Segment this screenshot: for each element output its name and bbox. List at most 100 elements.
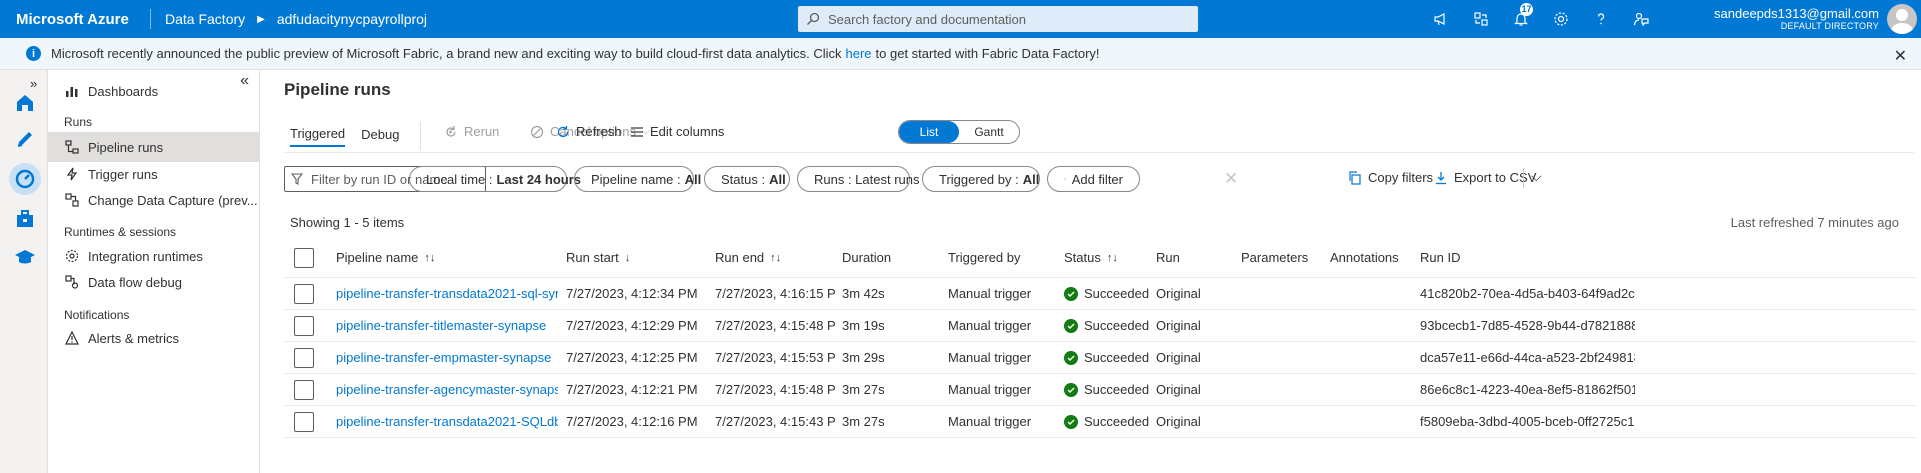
triggered-by: Manual trigger bbox=[948, 350, 1032, 365]
status-cell: Succeeded bbox=[1064, 382, 1154, 397]
notification-badge: 17 bbox=[1520, 3, 1533, 16]
table-row[interactable]: pipeline-transfer-transdata2021-SQLdb 7/… bbox=[284, 406, 1916, 438]
clear-filters-icon[interactable]: ✕ bbox=[1224, 169, 1238, 189]
run-end: 7/27/2023, 4:15:48 PM bbox=[715, 318, 835, 333]
export-chevron-down-icon[interactable]: ⌵ bbox=[1531, 168, 1542, 185]
export-csv-label: Export to CSV bbox=[1454, 170, 1537, 185]
filter-status[interactable]: Status : All bbox=[704, 166, 790, 192]
pipeline-runs-icon bbox=[64, 139, 80, 155]
edit-columns-icon bbox=[631, 126, 643, 137]
row-checkbox[interactable] bbox=[294, 347, 314, 368]
learning-center-icon[interactable] bbox=[12, 244, 38, 270]
status-text: Succeeded bbox=[1084, 414, 1150, 429]
row-checkbox[interactable] bbox=[294, 379, 314, 400]
pipeline-name-link[interactable]: pipeline-transfer-titlemaster-synapse bbox=[336, 318, 558, 333]
select-all-checkbox[interactable] bbox=[294, 247, 314, 268]
status-text: Succeeded bbox=[1084, 350, 1150, 365]
filter-runs[interactable]: Runs : Latest runs bbox=[797, 166, 920, 192]
add-filter-button[interactable]: Add filter bbox=[1047, 166, 1140, 192]
export-csv-button[interactable]: Export to CSV bbox=[1434, 170, 1536, 185]
edit-columns-button[interactable]: Edit columns bbox=[630, 124, 724, 139]
rerun-button[interactable]: Rerun bbox=[444, 124, 499, 139]
view-list-option[interactable]: List bbox=[899, 121, 959, 143]
triggered-by: Manual trigger bbox=[948, 414, 1032, 429]
account-info[interactable]: sandeepds1313@gmail.com DEFAULT DIRECTOR… bbox=[1714, 6, 1879, 31]
column-header-duration: Duration bbox=[842, 250, 892, 265]
notifications-icon[interactable]: 17 bbox=[1501, 0, 1541, 38]
column-header-status[interactable]: Status ↑↓ bbox=[1064, 250, 1154, 265]
pipeline-name-link[interactable]: pipeline-transfer-transdata2021-sql-syna… bbox=[336, 286, 558, 301]
view-gantt-option[interactable]: Gantt bbox=[959, 121, 1019, 143]
filter-local-time[interactable]: Local time : Last 24 hours bbox=[409, 166, 581, 192]
help-icon[interactable] bbox=[1581, 0, 1621, 38]
avatar[interactable] bbox=[1887, 4, 1917, 34]
row-checkbox[interactable] bbox=[294, 315, 314, 336]
table-row[interactable]: pipeline-transfer-agencymaster-synapse 7… bbox=[284, 374, 1916, 406]
status-cell: Succeeded bbox=[1064, 350, 1154, 365]
manage-toolbox-icon[interactable] bbox=[12, 206, 38, 232]
expand-chevron-icon[interactable]: » bbox=[30, 76, 37, 91]
success-check-icon bbox=[1064, 414, 1078, 429]
copy-filters-button[interactable]: Copy filters bbox=[1348, 170, 1433, 185]
breadcrumb-service[interactable]: Data Factory bbox=[165, 11, 245, 27]
settings-gear-icon[interactable] bbox=[1541, 0, 1581, 38]
pipeline-name-link[interactable]: pipeline-transfer-agencymaster-synapse bbox=[336, 382, 558, 397]
column-end-label: Run end bbox=[715, 250, 765, 265]
table-row[interactable]: pipeline-transfer-empmaster-synapse 7/27… bbox=[284, 342, 1916, 374]
triggered-by: Manual trigger bbox=[948, 382, 1032, 397]
pipeline-name-link[interactable]: pipeline-transfer-empmaster-synapse bbox=[336, 350, 558, 365]
triggered-by: Manual trigger bbox=[948, 286, 1032, 301]
nav-item-change-data-capture[interactable]: Change Data Capture (prev... bbox=[64, 185, 259, 215]
author-pencil-icon[interactable] bbox=[12, 126, 38, 152]
pipeline-name-link[interactable]: pipeline-transfer-transdata2021-SQLdb bbox=[336, 414, 558, 429]
refresh-button[interactable]: Refresh bbox=[556, 124, 622, 139]
filter-local-time-value: Last 24 hours bbox=[496, 171, 582, 187]
run-type: Original bbox=[1156, 286, 1201, 301]
filter-status-value: All bbox=[769, 171, 786, 187]
home-icon[interactable] bbox=[12, 90, 38, 116]
breadcrumb-factory[interactable]: adfudacitynycpayrollproj bbox=[277, 11, 427, 27]
change-data-capture-icon bbox=[64, 192, 80, 208]
status-text: Succeeded bbox=[1084, 286, 1150, 301]
tab-debug[interactable]: Debug bbox=[361, 127, 399, 146]
filter-status-label: Status : bbox=[721, 171, 766, 187]
status-cell: Succeeded bbox=[1064, 318, 1154, 333]
filter-triggered-by[interactable]: Triggered by : All bbox=[922, 166, 1040, 192]
column-header-start[interactable]: Run start ↓ bbox=[566, 250, 706, 265]
top-divider bbox=[150, 9, 151, 29]
nav-item-alerts-metrics[interactable]: Alerts & metrics bbox=[64, 323, 259, 353]
row-checkbox[interactable] bbox=[294, 283, 314, 304]
announcement-icon[interactable] bbox=[1421, 0, 1461, 38]
run-start: 7/27/2023, 4:12:21 PM bbox=[566, 382, 698, 397]
run-id: dca57e11-e66d-44ca-a523-2bf249818211 bbox=[1420, 350, 1635, 365]
copy-icon bbox=[1349, 170, 1361, 185]
tab-triggered[interactable]: Triggered bbox=[290, 126, 346, 147]
table-header: Pipeline name ↑↓ Run start ↓ Run end ↑↓ Dur… bbox=[284, 238, 1916, 278]
success-check-icon bbox=[1064, 318, 1078, 333]
nav-item-data-flow-debug[interactable]: Data flow debug bbox=[64, 267, 259, 297]
data-flow-debug-icon bbox=[64, 274, 80, 290]
refresh-icon bbox=[557, 125, 569, 137]
row-checkbox[interactable] bbox=[294, 411, 314, 432]
monitor-gauge-icon[interactable] bbox=[9, 163, 41, 195]
nav-item-pipeline-runs[interactable]: Pipeline runs bbox=[48, 132, 260, 162]
close-icon[interactable]: ✕ bbox=[1894, 46, 1907, 66]
table-row[interactable]: pipeline-transfer-titlemaster-synapse 7/… bbox=[284, 310, 1916, 342]
switch-directory-icon[interactable] bbox=[1461, 0, 1501, 38]
filter-triggered-by-label: Triggered by : bbox=[939, 171, 1019, 187]
trigger-lightning-icon bbox=[64, 166, 80, 182]
feedback-icon[interactable] bbox=[1621, 0, 1661, 38]
edit-columns-label: Edit columns bbox=[650, 124, 725, 139]
status-cell: Succeeded bbox=[1064, 414, 1154, 429]
column-header-end[interactable]: Run end ↑↓ bbox=[715, 250, 835, 265]
search-input[interactable]: Search factory and documentation bbox=[798, 6, 1198, 32]
table-row[interactable]: pipeline-transfer-transdata2021-sql-syna… bbox=[284, 278, 1916, 310]
column-header-name[interactable]: Pipeline name ↑↓ bbox=[336, 250, 558, 265]
filter-pipeline-name[interactable]: Pipeline name : All bbox=[574, 166, 701, 192]
banner-link[interactable]: here bbox=[846, 46, 872, 61]
info-banner: i Microsoft recently announced the publi… bbox=[0, 38, 1921, 70]
duration: 3m 29s bbox=[842, 350, 885, 365]
nav-item-dashboards-row[interactable]: Dashboards bbox=[64, 76, 259, 106]
brand-title[interactable]: Microsoft Azure bbox=[0, 11, 150, 28]
sort-desc-icon: ↓ bbox=[624, 251, 631, 264]
